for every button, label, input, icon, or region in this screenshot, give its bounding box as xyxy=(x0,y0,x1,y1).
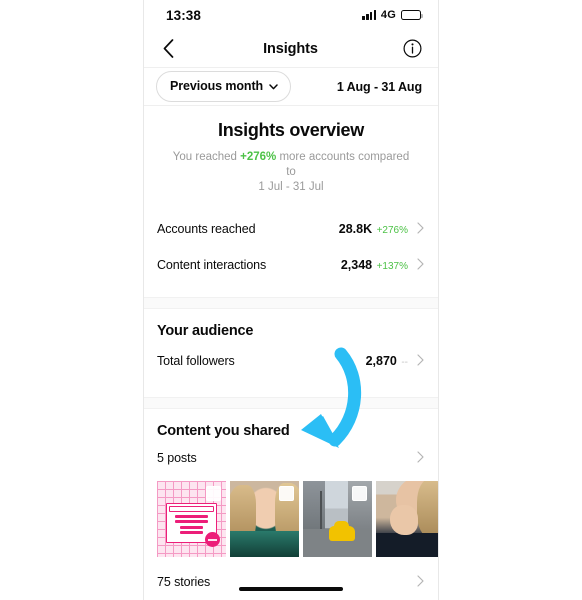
subtitle-percent: +276% xyxy=(240,151,277,163)
chevron-right-icon xyxy=(417,575,424,589)
post-thumbnail-list xyxy=(144,477,438,567)
metric-values: 28.8K +276% xyxy=(339,220,408,238)
chevron-down-icon xyxy=(269,77,278,95)
your-audience-section: Your audience Total followers 2,870 -- xyxy=(144,309,438,397)
section-divider xyxy=(144,297,438,309)
period-selector-button[interactable]: Previous month xyxy=(156,71,292,102)
posts-row[interactable]: 5 posts xyxy=(144,443,438,477)
signal-bars-icon xyxy=(362,10,376,20)
phone-screen: 13:38 4G Insights Previous month 1 Aug -… xyxy=(143,0,439,600)
metric-label: Content interactions xyxy=(157,258,267,272)
metric-right: 28.8K +276% xyxy=(339,220,424,238)
network-type-label: 4G xyxy=(380,9,396,21)
page-title: Insights xyxy=(263,40,318,57)
your-audience-title: Your audience xyxy=(157,323,254,339)
metric-label: Total followers xyxy=(157,354,235,368)
post-thumbnail-portrait-blonde[interactable] xyxy=(230,481,299,557)
section-divider xyxy=(144,397,438,409)
info-circle-icon[interactable] xyxy=(401,37,425,61)
metric-delta: +137% xyxy=(376,261,408,272)
chevron-right-icon xyxy=(417,222,424,236)
chevron-right-icon xyxy=(417,354,424,368)
posts-label: 5 posts xyxy=(157,451,197,465)
metric-value: 2,348 xyxy=(340,258,373,272)
metric-delta: -- xyxy=(401,357,408,368)
period-selector-label: Previous month xyxy=(170,79,264,93)
insights-overview-subtitle: You reached +276% more accounts compared… xyxy=(144,141,438,211)
post-thumbnail-woman-hand-face[interactable] xyxy=(376,481,438,557)
metric-row-accounts-reached[interactable]: Accounts reached 28.8K +276% xyxy=(144,211,438,247)
chevron-right-icon xyxy=(417,451,424,465)
insights-overview-title: Insights overview xyxy=(218,120,364,140)
date-range-label: 1 Aug - 31 Aug xyxy=(336,79,422,94)
battery-icon xyxy=(401,9,423,21)
back-chevron-icon[interactable] xyxy=(156,37,180,61)
status-bar: 13:38 4G xyxy=(144,0,438,30)
subtitle-prefix: You reached xyxy=(172,151,241,163)
chevron-right-icon xyxy=(417,258,424,272)
home-indicator xyxy=(239,586,343,591)
metric-row-total-followers[interactable]: Total followers 2,870 -- xyxy=(144,343,438,379)
metric-values: 2,870 -- xyxy=(366,352,408,370)
metric-right: 2,870 -- xyxy=(366,352,424,370)
post-thumbnail-pink-grid[interactable] xyxy=(157,481,226,557)
metric-value: 28.8K xyxy=(338,222,373,236)
carousel-badge-icon xyxy=(206,486,221,501)
metric-value: 2,870 xyxy=(365,354,397,368)
subtitle-compare-range: 1 Jul - 31 Jul xyxy=(258,181,324,193)
metric-row-content-interactions[interactable]: Content interactions 2,348 +137% xyxy=(144,247,438,283)
metric-delta: +276% xyxy=(376,225,408,236)
content-you-shared-title: Content you shared xyxy=(157,423,290,439)
stories-label: 75 stories xyxy=(157,575,211,589)
carousel-badge-icon xyxy=(279,486,294,501)
nav-bar: Insights xyxy=(144,30,438,68)
date-selector-row: Previous month 1 Aug - 31 Aug xyxy=(144,68,438,106)
content-you-shared-section: Content you shared 5 posts 75 stories xyxy=(144,409,438,600)
status-time: 13:38 xyxy=(166,7,202,23)
status-indicators: 4G xyxy=(362,9,423,21)
metric-right: 2,348 +137% xyxy=(341,256,424,274)
metric-label: Accounts reached xyxy=(157,222,256,236)
subtitle-suffix: more accounts compared to xyxy=(276,151,410,178)
carousel-badge-icon xyxy=(352,486,367,501)
stories-row[interactable]: 75 stories xyxy=(144,567,438,600)
post-thumbnail-paris-street-yellow-car[interactable] xyxy=(303,481,372,557)
metric-values: 2,348 +137% xyxy=(341,256,408,274)
thumb-graphic-dot xyxy=(205,532,220,547)
insights-overview-section: Insights overview You reached +276% more… xyxy=(144,106,438,297)
